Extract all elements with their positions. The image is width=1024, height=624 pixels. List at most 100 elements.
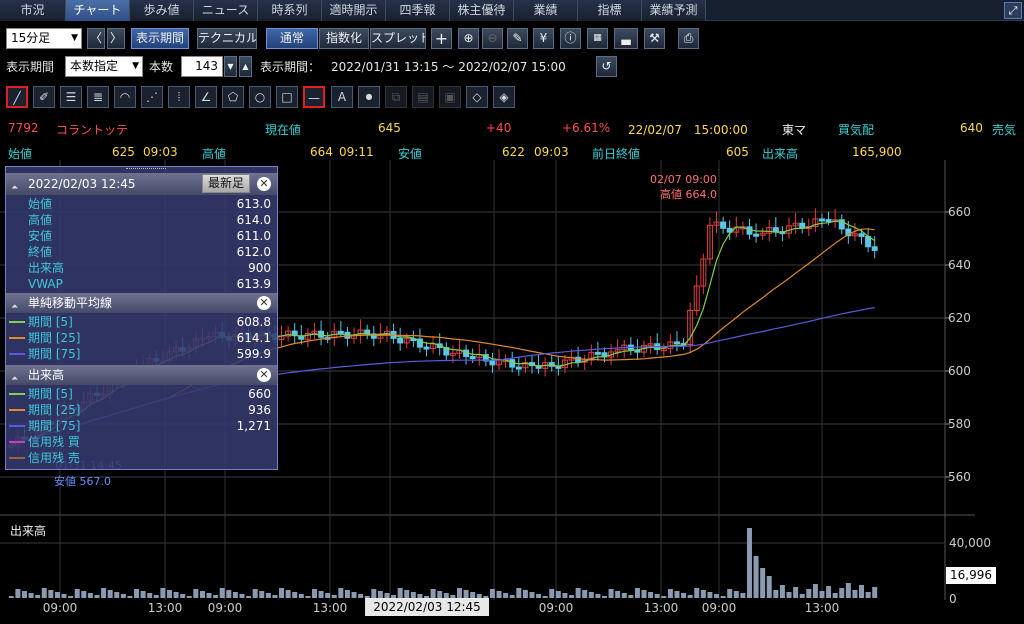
info-icon[interactable]: ⓘ — [560, 28, 581, 49]
volume-bar — [94, 595, 100, 598]
candle-body — [515, 366, 522, 370]
technical-button[interactable]: テクニカル — [197, 28, 257, 49]
count-input[interactable]: 143 — [181, 56, 223, 77]
volume-bar — [21, 591, 27, 598]
volume-bar — [265, 593, 271, 598]
pencil-icon[interactable]: ✎ — [507, 28, 528, 49]
add-icon[interactable]: + — [431, 28, 452, 49]
pentagon-tool-icon[interactable]: ⬠ — [222, 86, 244, 108]
tab-ticks[interactable]: 歩み値 — [130, 0, 194, 21]
tab-indicators[interactable]: 指標 — [578, 0, 642, 21]
volume-bar — [318, 591, 324, 598]
tab-timeseries[interactable]: 時系列 — [258, 0, 322, 21]
volume-bar — [575, 588, 581, 598]
hlines-tool-icon[interactable]: ☰ — [60, 86, 82, 108]
volume-bar — [569, 595, 575, 598]
candle-body — [673, 341, 680, 345]
close-icon[interactable]: ✕ — [257, 296, 271, 310]
copy-tool-icon[interactable]: ⧉ — [385, 86, 407, 108]
volume-bar — [628, 595, 634, 598]
panel-row: 信用残 買 — [6, 434, 277, 450]
current-label: 現在値 — [265, 123, 302, 137]
volume-bar — [727, 589, 733, 598]
period-button[interactable]: 表示期間 — [131, 28, 189, 49]
tab-market[interactable]: 市況 — [0, 0, 66, 21]
arc-tool-icon[interactable]: ◠ — [114, 86, 136, 108]
vlines-tool-icon[interactable]: ⦙ — [168, 86, 190, 108]
hline-tool-icon[interactable]: — — [303, 86, 325, 108]
news-icon[interactable]: ▦ — [587, 28, 608, 49]
interval-select[interactable]: 15分足 ▼ — [6, 28, 82, 49]
bar-chart-icon[interactable]: ▃ — [614, 28, 638, 49]
text-tool-icon[interactable]: A — [331, 86, 353, 108]
fan-tool-icon[interactable]: ⋰ — [141, 86, 163, 108]
zoom-out-icon[interactable]: ⊖ — [482, 28, 503, 49]
tab-disclosure[interactable]: 適時開示 — [322, 0, 386, 21]
wrench-icon[interactable]: ⚒ — [644, 28, 665, 49]
close-icon[interactable]: ✕ — [257, 177, 271, 191]
current-price: 645 — [378, 121, 401, 135]
trendline-tool-icon[interactable]: ╱ — [6, 86, 28, 108]
tab-benefits[interactable]: 株主優待 — [450, 0, 514, 21]
angle-tool-icon[interactable]: ∠ — [195, 86, 217, 108]
volume-bar — [588, 592, 594, 598]
time-tick-label: 13:00 — [148, 601, 183, 615]
zoom-in-icon[interactable]: ⊕ — [458, 28, 479, 49]
volume-bar — [839, 588, 845, 598]
count-down-button[interactable]: ▼ — [224, 56, 237, 77]
circle-tool-icon[interactable]: ○ — [249, 86, 271, 108]
ruler-tool-icon[interactable]: ✐ — [33, 86, 55, 108]
tab-shikiho[interactable]: 四季報 — [386, 0, 450, 21]
next-button[interactable]: 〉 — [107, 28, 125, 49]
period-mode-select[interactable]: 本数指定 ▼ — [65, 56, 143, 77]
tab-results[interactable]: 業績 — [514, 0, 578, 21]
tab-forecast[interactable]: 業績予測 — [642, 0, 706, 21]
expand-icon[interactable]: ⤢ — [1004, 2, 1022, 19]
volume-pane-label: 出来高 — [10, 524, 47, 538]
time-tick-label: 09:00 — [208, 601, 243, 615]
candle-body — [720, 221, 727, 229]
time-tick-label: 13:00 — [644, 601, 679, 615]
save-tool-icon[interactable]: ▣ — [439, 86, 461, 108]
normal-button[interactable]: 通常 — [266, 28, 318, 49]
latest-button[interactable]: 最新足 — [202, 174, 250, 193]
period-label: 表示期間 — [6, 60, 55, 74]
info-panel[interactable]: ⏶ 2022/02/03 12:45 最新足 ✕ 始値 613.0 高値 614.0… — [5, 166, 278, 470]
volume-bar — [661, 596, 667, 598]
reset-icon[interactable]: ↺ — [596, 56, 617, 77]
volume-bar — [259, 591, 265, 598]
yen-icon[interactable]: ¥ — [533, 28, 554, 49]
volume-bar — [832, 593, 838, 598]
spread-button[interactable]: スプレッド — [370, 28, 426, 49]
drag-handle[interactable] — [126, 168, 166, 171]
volume-bar — [536, 594, 542, 598]
volume-bar — [199, 591, 205, 598]
volume-bar — [555, 591, 561, 598]
volume-bar — [153, 595, 159, 598]
volume-bar — [213, 595, 219, 598]
close-icon[interactable]: ✕ — [257, 368, 271, 382]
price-tick-label: 600 — [948, 364, 971, 378]
tab-chart[interactable]: チャート — [66, 0, 130, 21]
rect-tool-icon[interactable]: □ — [276, 86, 298, 108]
eraser-all-tool-icon[interactable]: ◈ — [493, 86, 515, 108]
prev-close-price: 605 — [726, 145, 749, 159]
time-tick-label: 09:00 — [43, 601, 78, 615]
icon-tool-icon[interactable]: ● — [358, 86, 380, 108]
volume-bar — [35, 595, 41, 598]
index-button[interactable]: 指数化 — [319, 28, 369, 49]
volume-bar — [127, 596, 133, 598]
print-icon[interactable]: ⎙ — [678, 28, 699, 49]
volume-bars — [8, 528, 878, 598]
panel-row: 期間 [25] 614.1 — [6, 330, 277, 346]
count-up-button[interactable]: ▲ — [239, 56, 252, 77]
panel-date: 2022/02/03 12:45 — [28, 177, 136, 191]
tab-news[interactable]: ニュース — [194, 0, 258, 21]
grid-tool-icon[interactable]: ≣ — [87, 86, 109, 108]
volume-bar — [522, 590, 528, 598]
prev-button[interactable]: 〈 — [87, 28, 105, 49]
panel-row: 始値 613.0 — [28, 197, 271, 211]
volume-bar — [509, 595, 515, 598]
delete-tool-icon[interactable]: ▤ — [412, 86, 434, 108]
eraser-tool-icon[interactable]: ◇ — [466, 86, 488, 108]
